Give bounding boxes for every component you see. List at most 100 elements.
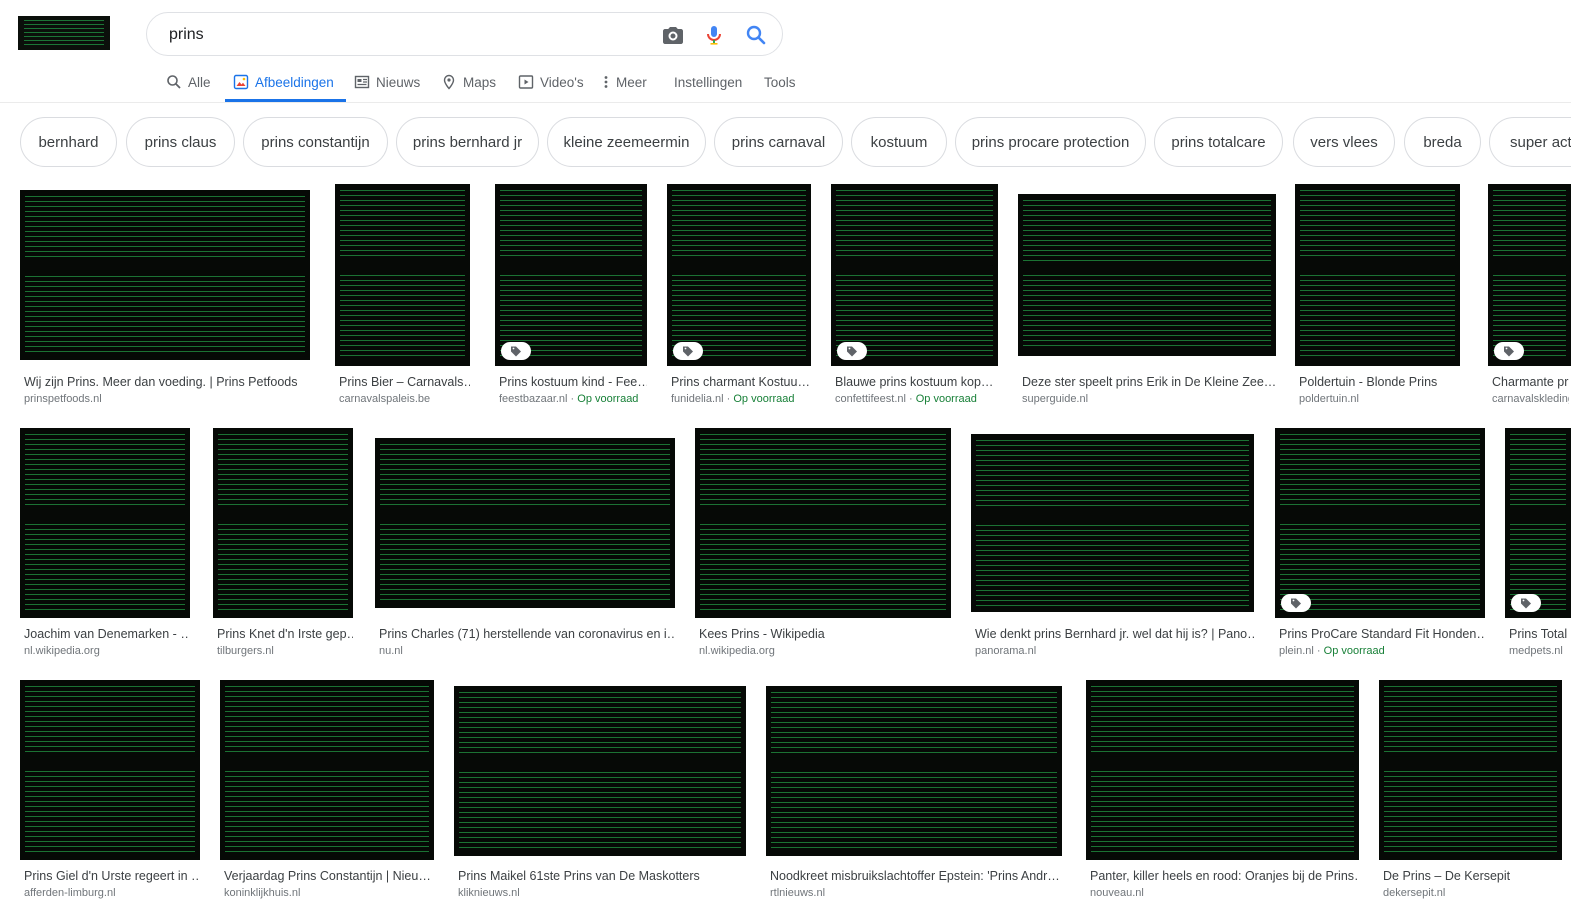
chip-vers-vlees[interactable]: vers vlees xyxy=(1293,117,1395,167)
code-screenshot xyxy=(836,190,993,360)
result-thumbnail[interactable] xyxy=(335,184,470,366)
code-gap xyxy=(831,260,998,272)
stock-status: Op voorraad xyxy=(577,393,639,405)
play-icon xyxy=(518,74,534,90)
result-thumbnail[interactable] xyxy=(1018,194,1276,356)
result-thumbnail[interactable] xyxy=(213,428,353,618)
code-gap xyxy=(20,261,310,273)
result-title[interactable]: Prins Bier – Carnavals… xyxy=(339,375,470,389)
tab-label: Alle xyxy=(188,74,211,90)
result-thumbnail[interactable] xyxy=(1275,428,1485,618)
code-screenshot xyxy=(976,440,1249,606)
code-screenshot xyxy=(218,434,348,612)
chip-super-act[interactable]: super act xyxy=(1489,117,1571,167)
code-gap xyxy=(1018,262,1276,274)
result-thumbnail[interactable] xyxy=(495,184,647,366)
chip-prins-totalcare[interactable]: prins totalcare xyxy=(1154,117,1283,167)
result-source: afferden-limburg.nl xyxy=(24,887,200,899)
tab-meer[interactable]: Meer xyxy=(602,62,647,102)
mic-icon[interactable] xyxy=(702,23,726,47)
more-vert-icon xyxy=(602,74,610,90)
chip-prins-carnaval[interactable]: prins carnaval xyxy=(714,117,843,167)
chip-prins-procare-protection[interactable]: prins procare protection xyxy=(955,117,1146,167)
result-title[interactable]: Prins Maikel 61ste Prins van De Maskotte… xyxy=(458,869,746,883)
chip-prins-bernhard-jr[interactable]: prins bernhard jr xyxy=(396,117,539,167)
result-thumbnail[interactable] xyxy=(1505,428,1571,618)
result-title[interactable]: Prins ProCare Standard Fit Honden… xyxy=(1279,627,1485,641)
header-divider xyxy=(0,102,1571,103)
stock-status: Op voorraad xyxy=(1323,645,1385,657)
result-title[interactable]: Prins kostuum kind - Fee… xyxy=(499,375,647,389)
result-title[interactable]: Noodkreet misbruikslachtoffer Epstein: '… xyxy=(770,869,1062,883)
result-thumbnail[interactable] xyxy=(220,680,434,860)
result-title[interactable]: Poldertuin - Blonde Prins xyxy=(1299,375,1460,389)
chip-kostuum[interactable]: kostuum xyxy=(851,117,947,167)
result-thumbnail[interactable] xyxy=(766,686,1062,856)
search-input[interactable] xyxy=(167,22,641,48)
chip-label: prins constantijn xyxy=(261,133,370,151)
result-thumbnail[interactable] xyxy=(20,680,200,860)
result-title[interactable]: Blauwe prins kostuum kop… xyxy=(835,375,998,389)
result-title[interactable]: Panter, killer heels en rood: Oranjes bi… xyxy=(1090,869,1359,883)
result-domain: kliknieuws.nl xyxy=(458,887,520,899)
chip-breda[interactable]: breda xyxy=(1404,117,1481,167)
result-title[interactable]: Prins Giel d'n Urste regeert in … xyxy=(24,869,200,883)
stock-status: Op voorraad xyxy=(915,393,977,405)
result-title[interactable]: Prins Total xyxy=(1509,627,1569,641)
result-title[interactable]: Verjaardag Prins Constantijn | Nieu… xyxy=(224,869,434,883)
result-thumbnail[interactable] xyxy=(831,184,998,366)
result-title[interactable]: Joachim van Denemarken - … xyxy=(24,627,190,641)
tab-alle[interactable]: Alle xyxy=(166,62,211,102)
chip-kleine-zeemeermin[interactable]: kleine zeemeermin xyxy=(547,117,706,167)
price-tag-icon xyxy=(837,342,867,360)
image-icon xyxy=(233,74,249,90)
result-source: poldertuin.nl xyxy=(1299,393,1460,405)
separator: · xyxy=(723,393,734,405)
tab-tools[interactable]: Tools xyxy=(764,62,796,102)
result-thumbnail[interactable] xyxy=(1488,184,1571,366)
google-logo[interactable] xyxy=(18,16,110,50)
result-thumbnail[interactable] xyxy=(454,686,746,856)
result-source: panorama.nl xyxy=(975,645,1254,657)
result-thumbnail[interactable] xyxy=(20,428,190,618)
result-thumbnail[interactable] xyxy=(1379,680,1562,860)
result-thumbnail[interactable] xyxy=(695,428,951,618)
result-title[interactable]: Kees Prins - Wikipedia xyxy=(699,627,951,641)
result-source: koninklijkhuis.nl xyxy=(224,887,434,899)
result-title[interactable]: Wie denkt prins Bernhard jr. wel dat hij… xyxy=(975,627,1254,641)
result-thumbnail[interactable] xyxy=(375,438,675,608)
chip-prins-constantijn[interactable]: prins constantijn xyxy=(243,117,388,167)
result-title[interactable]: Charmante prin xyxy=(1492,375,1569,389)
result-thumbnail[interactable] xyxy=(667,184,811,366)
tab-nieuws[interactable]: Nieuws xyxy=(354,62,420,102)
result-thumbnail[interactable] xyxy=(971,434,1254,612)
chip-label: kostuum xyxy=(870,133,928,151)
tab-instellingen[interactable]: Instellingen xyxy=(674,62,742,102)
result-title[interactable]: De Prins – De Kersepit xyxy=(1383,869,1562,883)
camera-icon[interactable] xyxy=(661,23,685,47)
result-thumbnail[interactable] xyxy=(20,190,310,360)
result-domain: panorama.nl xyxy=(975,645,1037,657)
result-title[interactable]: Wij zijn Prins. Meer dan voeding. | Prin… xyxy=(24,375,310,389)
chip-label: prins carnaval xyxy=(731,133,826,151)
result-title[interactable]: Prins charmant Kostuu… xyxy=(671,375,811,389)
result-source: rtlnieuws.nl xyxy=(770,887,1062,899)
tab-videos[interactable]: Video's xyxy=(518,62,584,102)
result-source: dekersepit.nl xyxy=(1383,887,1562,899)
chip-prins-claus[interactable]: prins claus xyxy=(126,117,235,167)
search-box[interactable] xyxy=(146,12,783,56)
result-domain: nu.nl xyxy=(379,645,403,657)
result-thumbnail[interactable] xyxy=(1295,184,1460,366)
result-title[interactable]: Prins Charles (71) herstellende van coro… xyxy=(379,627,675,641)
result-title[interactable]: Deze ster speelt prins Erik in De Kleine… xyxy=(1022,375,1276,389)
result-thumbnail[interactable] xyxy=(1086,680,1359,860)
tab-label: Video's xyxy=(540,74,584,90)
code-screenshot xyxy=(25,686,195,854)
search-icon[interactable] xyxy=(744,23,768,47)
result-title[interactable]: Prins Knet d'n Irste gep… xyxy=(217,627,353,641)
tab-maps[interactable]: Maps xyxy=(441,62,496,102)
tab-afbeeldingen[interactable]: Afbeeldingen xyxy=(225,62,346,102)
code-gap xyxy=(20,508,190,520)
chip-label: prins procare protection xyxy=(971,133,1130,151)
chip-bernhard[interactable]: bernhard xyxy=(20,117,117,167)
